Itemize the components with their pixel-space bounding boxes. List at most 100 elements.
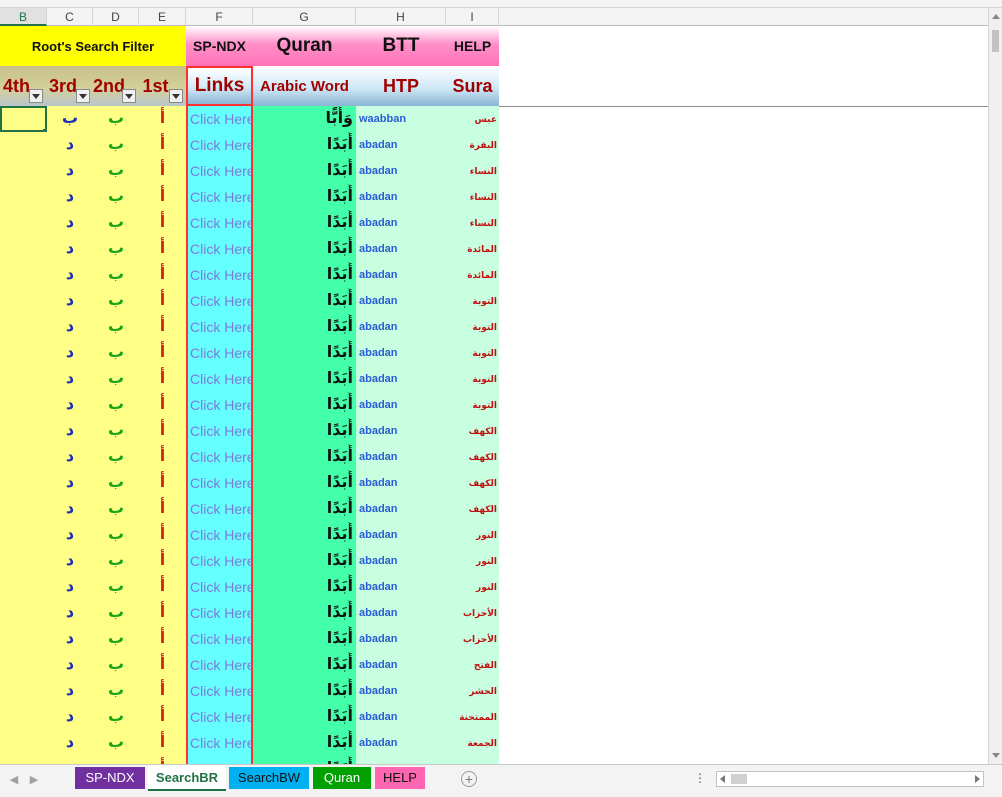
scroll-thumb[interactable] xyxy=(992,30,999,52)
cell-2nd[interactable]: ب xyxy=(93,470,139,496)
cell-htp[interactable]: abadan xyxy=(356,496,446,522)
cell-4th[interactable] xyxy=(0,574,47,600)
cell-1st[interactable]: أ xyxy=(139,756,186,764)
cell-sura[interactable]: الكهف xyxy=(446,470,499,496)
cell-3rd[interactable]: د xyxy=(47,418,93,444)
sheet-tab-spndx[interactable]: SP-NDX xyxy=(75,767,145,789)
cell-3rd[interactable]: د xyxy=(47,366,93,392)
cell-4th[interactable] xyxy=(0,444,47,470)
click-here-link[interactable]: Click Here xyxy=(186,314,253,340)
cell-4th[interactable] xyxy=(0,236,47,262)
cell-1st[interactable]: أ xyxy=(139,210,186,236)
sheet-tab-searchbw[interactable]: SearchBW xyxy=(229,767,309,789)
cell-1st[interactable]: أ xyxy=(139,288,186,314)
cell-arabic-word[interactable]: أَبَدًا xyxy=(253,366,356,392)
cell-1st[interactable]: أ xyxy=(139,496,186,522)
cell-1st[interactable]: أ xyxy=(139,132,186,158)
cell-htp[interactable]: abadan xyxy=(356,392,446,418)
cell-3rd[interactable]: د xyxy=(47,262,93,288)
cell-htp[interactable]: abadan xyxy=(356,158,446,184)
cell-arabic-word[interactable]: وَأَبًّا xyxy=(253,106,356,132)
cell-sura[interactable]: عبس xyxy=(446,106,499,132)
cell-sura[interactable]: الجمعة xyxy=(446,730,499,756)
cell-1st[interactable]: أ xyxy=(139,444,186,470)
cell-2nd[interactable]: ب xyxy=(93,756,139,764)
cell-1st[interactable]: أ xyxy=(139,184,186,210)
cell-3rd[interactable]: د xyxy=(47,600,93,626)
cell-4th[interactable] xyxy=(0,704,47,730)
help-link-button[interactable]: HELP xyxy=(446,26,499,66)
cell-3rd[interactable]: د xyxy=(47,574,93,600)
column-header-c[interactable]: C xyxy=(47,8,93,26)
cell-arabic-word[interactable]: أَبَدًا xyxy=(253,522,356,548)
cell-htp[interactable]: abadan xyxy=(356,444,446,470)
cell-4th[interactable] xyxy=(0,418,47,444)
cell-arabic-word[interactable]: أَبَدًا xyxy=(253,678,356,704)
cell-htp[interactable]: abadan xyxy=(356,340,446,366)
cell-2nd[interactable]: ب xyxy=(93,366,139,392)
scroll-up-icon[interactable] xyxy=(992,14,1000,19)
cell-1st[interactable]: أ xyxy=(139,340,186,366)
cell-2nd[interactable]: ب xyxy=(93,210,139,236)
cell-htp[interactable]: waabban xyxy=(356,106,446,132)
scroll-right-icon[interactable] xyxy=(975,775,980,783)
cell-arabic-word[interactable]: أَبَدًا xyxy=(253,730,356,756)
cell-4th[interactable] xyxy=(0,522,47,548)
cell-3rd[interactable]: د xyxy=(47,158,93,184)
cell-sura[interactable]: الأحزاب xyxy=(446,626,499,652)
cell-1st[interactable]: أ xyxy=(139,236,186,262)
cell-1st[interactable]: أ xyxy=(139,470,186,496)
cell-3rd[interactable]: د xyxy=(47,730,93,756)
cell-3rd[interactable]: د xyxy=(47,678,93,704)
click-here-link[interactable]: Click Here xyxy=(186,496,253,522)
click-here-link[interactable]: Click Here xyxy=(186,548,253,574)
cell-sura[interactable]: النساء xyxy=(446,158,499,184)
cell-4th[interactable] xyxy=(0,678,47,704)
click-here-link[interactable]: Click Here xyxy=(186,626,253,652)
column-header-b[interactable]: B xyxy=(0,8,47,26)
cell-2nd[interactable]: ب xyxy=(93,158,139,184)
cell-arabic-word[interactable]: أَبَدًا xyxy=(253,600,356,626)
sheet-tab-searchbr[interactable]: SearchBR xyxy=(148,765,226,791)
click-here-link[interactable]: Click Here xyxy=(186,730,253,756)
cell-sura[interactable] xyxy=(446,756,499,764)
cell-htp[interactable]: abadan xyxy=(356,314,446,340)
plus-circle-icon[interactable]: + xyxy=(461,771,477,787)
cell-htp[interactable]: abadan xyxy=(356,626,446,652)
filter-dropdown-icon[interactable] xyxy=(76,89,90,103)
cell-arabic-word[interactable]: أَبَدًا xyxy=(253,210,356,236)
cell-sura[interactable]: النور xyxy=(446,574,499,600)
cell-sura[interactable]: الكهف xyxy=(446,444,499,470)
cell-2nd[interactable]: ب xyxy=(93,262,139,288)
click-here-link[interactable]: Click Here xyxy=(186,158,253,184)
cell-htp[interactable]: abadan xyxy=(356,730,446,756)
cell-2nd[interactable]: ب xyxy=(93,132,139,158)
cell-htp[interactable]: abadan xyxy=(356,262,446,288)
cell-arabic-word[interactable]: أَبَدًا xyxy=(253,470,356,496)
cell-sura[interactable]: الأحزاب xyxy=(446,600,499,626)
cell-1st[interactable]: أ xyxy=(139,314,186,340)
cell-sura[interactable]: النساء xyxy=(446,184,499,210)
cell-arabic-word[interactable]: أَبَدًا xyxy=(253,652,356,678)
cell-arabic-word[interactable]: أَبَدًا xyxy=(253,184,356,210)
click-here-link[interactable]: Click Here xyxy=(186,236,253,262)
chevron-left-icon[interactable]: ◀ xyxy=(8,773,20,787)
cell-sura[interactable]: النور xyxy=(446,522,499,548)
cell-2nd[interactable]: ب xyxy=(93,626,139,652)
cell-htp[interactable]: abadan xyxy=(356,522,446,548)
cell-4th[interactable] xyxy=(0,730,47,756)
cell-1st[interactable]: أ xyxy=(139,626,186,652)
cell-4th[interactable] xyxy=(0,314,47,340)
cell-2nd[interactable]: ب xyxy=(93,574,139,600)
filter-dropdown-icon[interactable] xyxy=(169,89,183,103)
cell-3rd[interactable]: د xyxy=(47,210,93,236)
cell-arabic-word[interactable]: أَبَدًا xyxy=(253,288,356,314)
filter-dropdown-icon[interactable] xyxy=(29,89,43,103)
cell-1st[interactable]: أ xyxy=(139,678,186,704)
cell-sura[interactable]: الفتح xyxy=(446,652,499,678)
cell-2nd[interactable]: ب xyxy=(93,652,139,678)
horizontal-scroll-thumb[interactable] xyxy=(731,774,747,784)
cell-arabic-word[interactable]: أَبَدًا xyxy=(253,392,356,418)
cell-htp[interactable]: abadan xyxy=(356,288,446,314)
cell-sura[interactable]: التوبة xyxy=(446,288,499,314)
